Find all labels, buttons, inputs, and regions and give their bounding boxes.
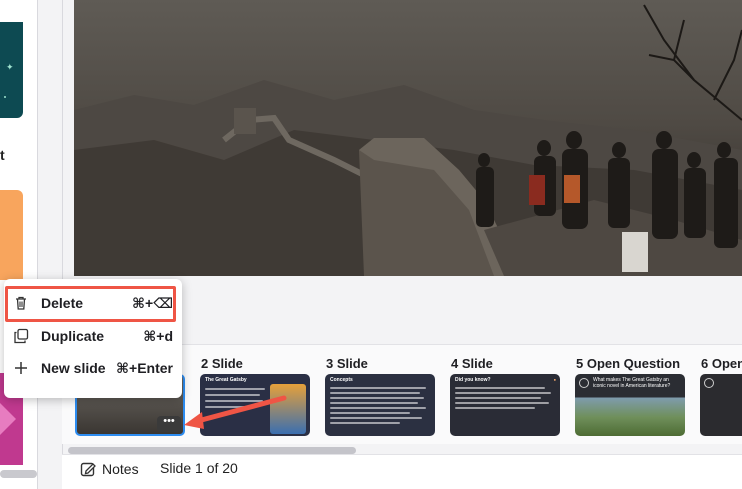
slide-list-panel: ✦ t xyxy=(0,0,38,489)
trash-icon xyxy=(16,296,26,310)
star-icon: ✦ xyxy=(6,62,14,72)
question-icon xyxy=(704,378,714,388)
filmstrip-scrollbar[interactable] xyxy=(68,447,356,454)
thumbnail-image xyxy=(270,384,306,434)
slide-label: 4 Slide xyxy=(451,356,493,371)
slide-thumbnail-4[interactable]: Did you know? ● xyxy=(450,374,560,436)
menu-item-label: Duplicate xyxy=(41,328,105,344)
menu-item-label: Delete xyxy=(41,295,84,311)
slide-label: 6 Open xyxy=(701,356,742,371)
thumbnail-title: Did you know? xyxy=(455,377,491,383)
slide-label: 3 Slide xyxy=(326,356,368,371)
thumbnail-title: What makes The Great Gatsby an iconic no… xyxy=(593,377,671,389)
notes-button[interactable]: Notes xyxy=(80,459,139,479)
text-line xyxy=(330,392,420,394)
dot-decoration xyxy=(4,96,6,98)
menu-item-label: New slide xyxy=(41,360,106,376)
text-line xyxy=(330,407,426,409)
text-line xyxy=(205,400,263,402)
text-line xyxy=(205,406,255,408)
slide-thumbnail-partial[interactable] xyxy=(0,190,23,280)
slide-thumbnail-text: t xyxy=(0,147,5,163)
slide-background-image[interactable] xyxy=(74,0,742,276)
thumbnail-badge: ● xyxy=(553,377,556,382)
text-line xyxy=(455,402,549,404)
text-line xyxy=(205,394,260,396)
new-slide-menu-item[interactable]: New slide ⌘+Enter xyxy=(4,353,182,383)
slide-label: 5 Open Question xyxy=(576,356,681,371)
slide-thumbnail-partial[interactable]: ✦ xyxy=(0,22,23,118)
slide-thumbnail-6[interactable] xyxy=(700,374,742,436)
notes-label: Notes xyxy=(102,461,139,477)
text-line xyxy=(330,422,400,424)
text-line xyxy=(330,397,424,399)
thumbnail-title: Concepts xyxy=(330,377,353,383)
plus-icon xyxy=(15,362,27,374)
slide-context-menu: Delete ⌘+⌫ Duplicate ⌘+d New slide ⌘+Ent… xyxy=(4,279,182,398)
thumbnail-title: The Great Gatsby xyxy=(205,377,247,383)
delete-menu-item[interactable]: Delete ⌘+⌫ xyxy=(4,288,182,318)
text-line xyxy=(330,402,418,404)
question-icon xyxy=(579,378,589,388)
text-line xyxy=(205,388,265,390)
great-wall-photo xyxy=(74,4,742,276)
more-options-button[interactable]: ••• xyxy=(157,416,181,432)
duplicate-menu-item[interactable]: Duplicate ⌘+d xyxy=(4,321,182,351)
slide-label: 2 Slide xyxy=(201,356,243,371)
duplicate-icon xyxy=(14,328,29,344)
play-triangle-icon xyxy=(0,403,16,435)
text-line xyxy=(330,412,410,414)
text-line xyxy=(455,387,545,389)
shortcut-hint: ⌘+⌫ xyxy=(132,294,173,311)
slide-thumbnail-2[interactable]: The Great Gatsby xyxy=(200,374,310,436)
slide-counter: Slide 1 of 20 xyxy=(160,460,238,476)
slide-thumbnail-3[interactable]: Concepts xyxy=(325,374,435,436)
shortcut-hint: ⌘+Enter xyxy=(116,359,173,376)
text-line xyxy=(455,407,535,409)
text-line xyxy=(455,392,551,394)
text-line xyxy=(330,387,426,389)
notes-icon xyxy=(80,462,96,477)
left-scrollbar[interactable] xyxy=(0,470,37,478)
shortcut-hint: ⌘+d xyxy=(143,327,173,344)
text-line xyxy=(455,397,541,399)
text-line xyxy=(330,417,422,419)
slide-thumbnail-5[interactable]: What makes The Great Gatsby an iconic no… xyxy=(575,374,685,436)
